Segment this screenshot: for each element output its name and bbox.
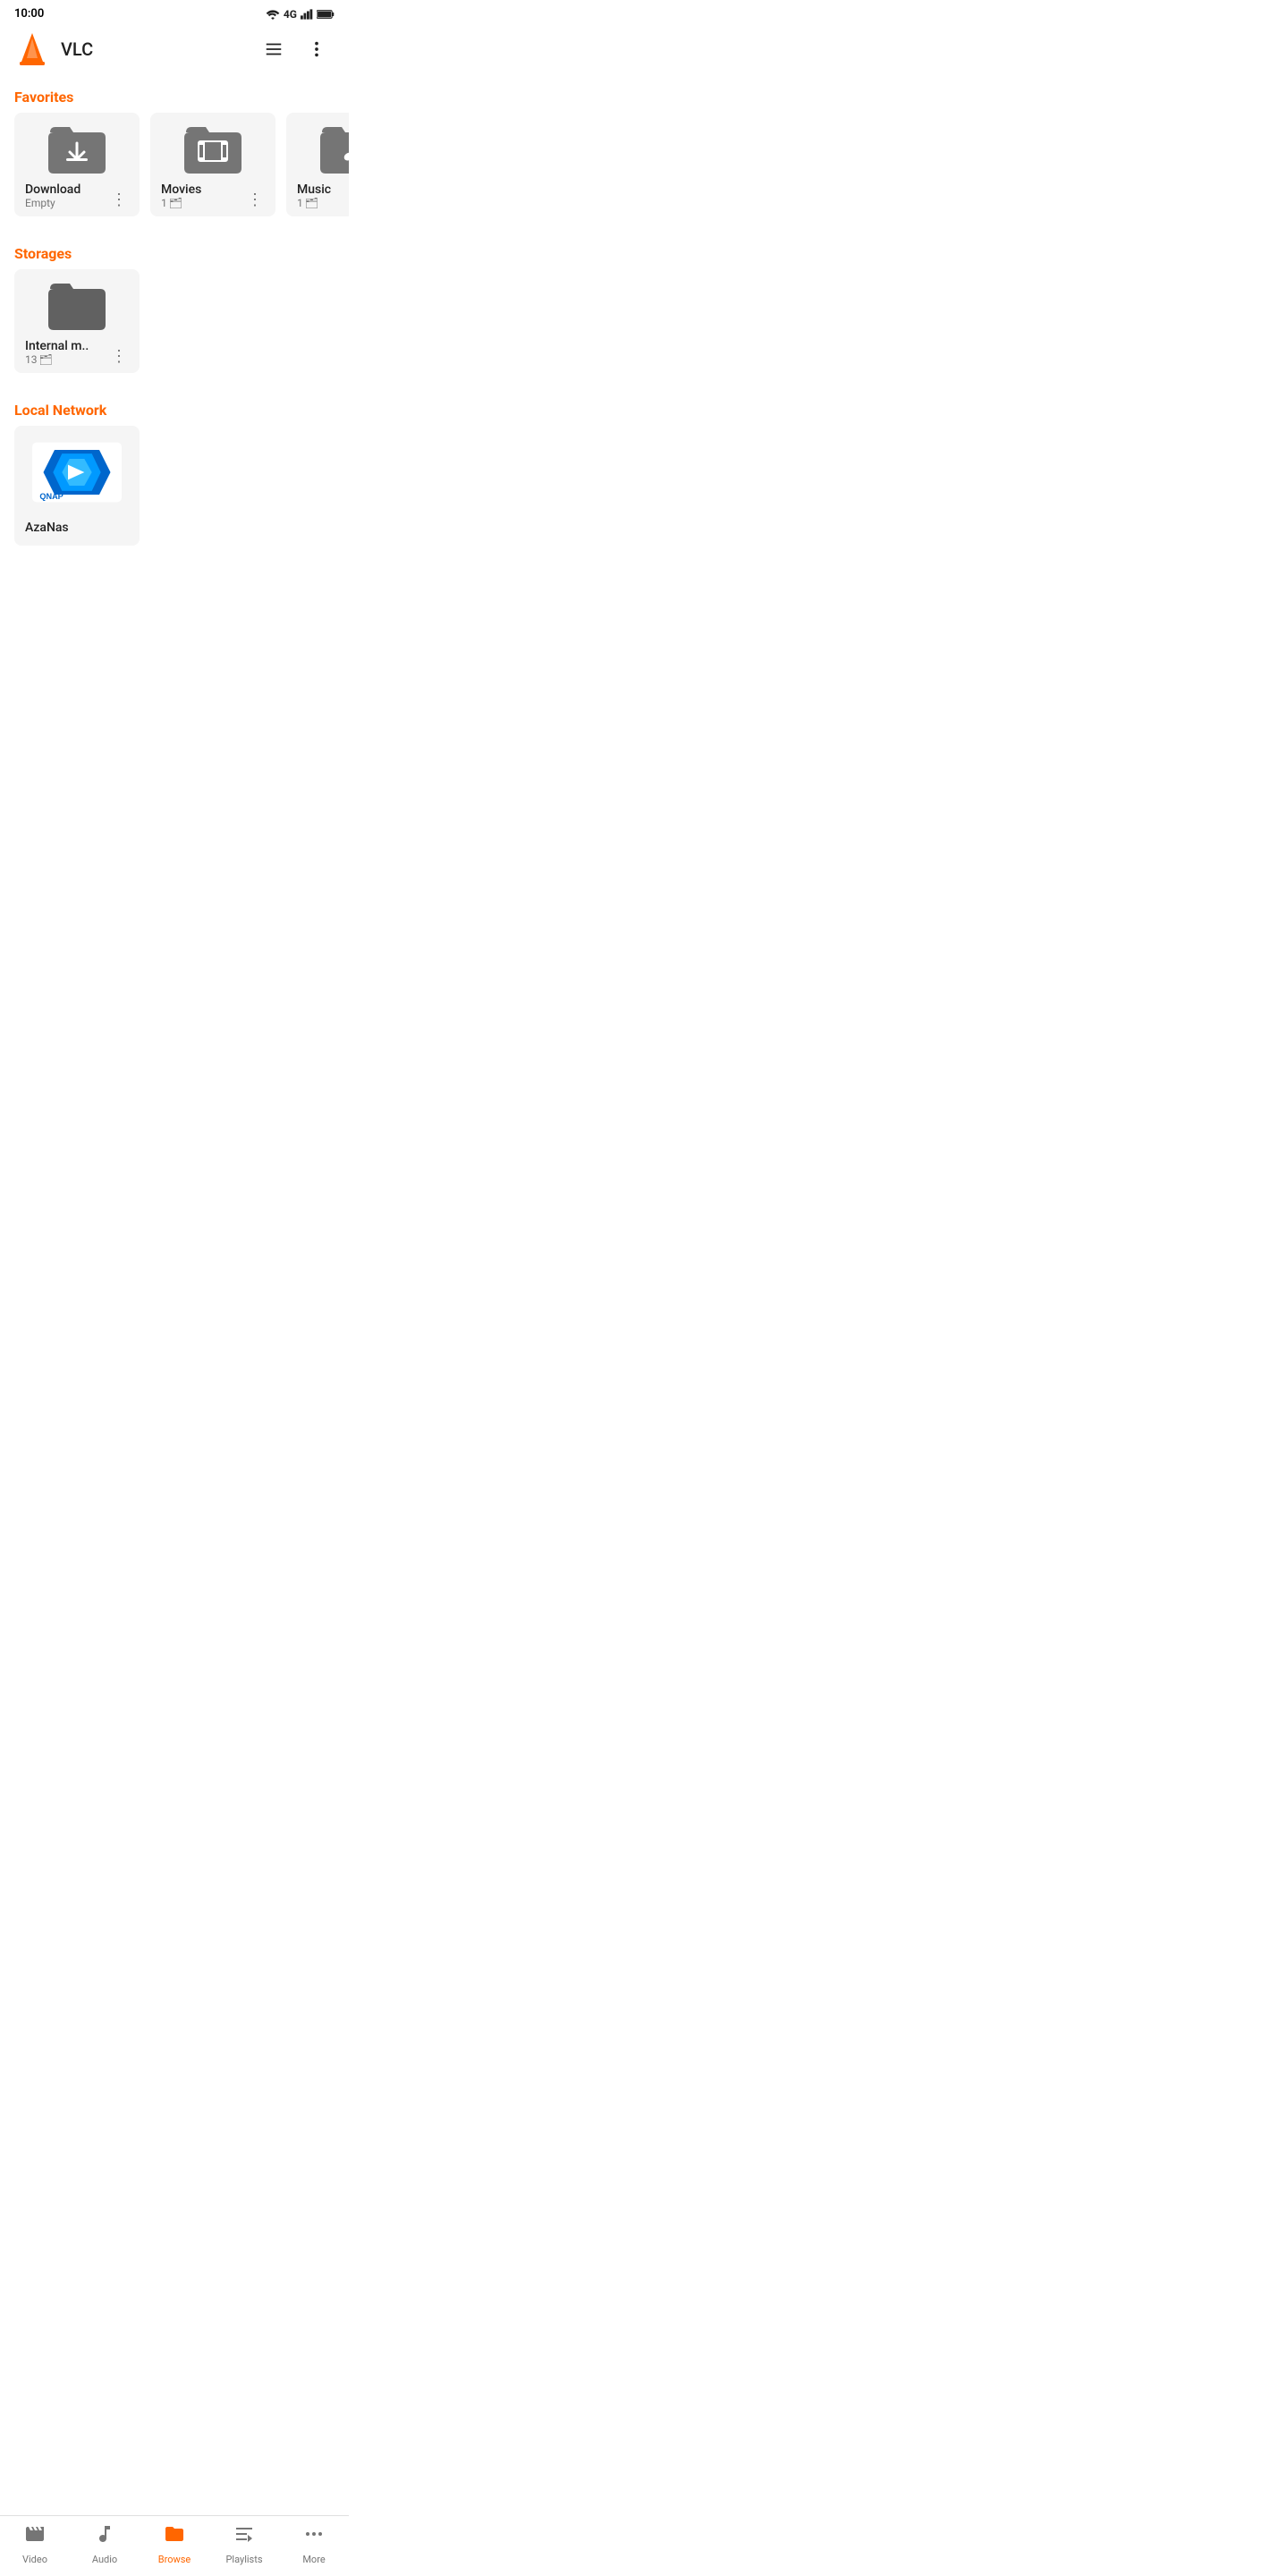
movies-card-menu-button[interactable]: ⋮ [245,190,265,209]
video-nav-label: Video [22,2554,47,2565]
overflow-menu-button[interactable] [299,31,335,67]
movies-card-meta: 1 🗂 [161,197,201,209]
download-card-info: Download Empty [25,182,80,209]
movies-card[interactable]: Movies 1 🗂 ⋮ [150,113,275,216]
movies-card-bottom: Movies 1 🗂 ⋮ [161,182,265,209]
download-card-menu-button[interactable]: ⋮ [109,190,129,209]
app-title: VLC [61,38,245,60]
music-card-bottom: Music 1 🗂 ⋮ [297,182,349,209]
nav-video[interactable]: Video [8,2523,62,2565]
more-vertical-icon [307,39,326,59]
download-card-name: Download [25,182,80,197]
download-folder-icon [48,123,106,174]
azanas-card[interactable]: QNAP AzaNas [14,426,140,546]
browse-nav-icon [164,2523,185,2550]
internal-card-name: Internal m.. [25,339,89,353]
favorites-section: Favorites Download Empty [0,74,349,231]
download-card[interactable]: Download Empty ⋮ [14,113,140,216]
more-nav-icon [303,2523,325,2550]
playlists-nav-icon [233,2523,255,2550]
local-network-section: Local Network QNAP [0,387,349,560]
internal-card-meta: 13 🗂 [25,353,89,366]
nav-audio[interactable]: Audio [78,2523,131,2565]
app-bar-actions [256,31,335,67]
signal-icon [301,9,313,20]
4g-label: 4G [284,8,297,21]
movies-card-name: Movies [161,182,201,197]
storages-section: Storages Internal m.. 13 🗂 [0,231,349,387]
download-icon-wrap [25,123,129,174]
azanas-logo-icon: QNAP [32,441,122,504]
bottom-navigation: Video Audio Browse Playlists [0,2515,349,2576]
main-content: Favorites Download Empty [0,74,349,631]
azanas-icon-wrap: QNAP [25,436,129,508]
wifi-icon [266,9,280,20]
azanas-card-name: AzaNas [25,517,129,538]
internal-card-bottom: Internal m.. 13 🗂 ⋮ [25,339,129,366]
app-bar: VLC [0,24,349,74]
music-card[interactable]: Music 1 🗂 ⋮ [286,113,349,216]
storages-title: Storages [0,231,349,269]
internal-card-menu-button[interactable]: ⋮ [109,346,129,366]
movies-card-info: Movies 1 🗂 [161,182,201,209]
svg-text:QNAP: QNAP [39,492,63,501]
internal-icon-wrap [25,280,129,330]
movies-folder-icon [184,123,242,174]
download-card-meta: Empty [25,197,80,209]
download-card-bottom: Download Empty ⋮ [25,182,129,209]
battery-icon [317,9,335,20]
nav-playlists[interactable]: Playlists [217,2523,271,2565]
storages-card-row: Internal m.. 13 🗂 ⋮ [0,269,349,387]
music-card-name: Music [297,182,331,197]
video-nav-icon [24,2523,46,2550]
music-card-info: Music 1 🗂 [297,182,331,209]
internal-storage-card[interactable]: Internal m.. 13 🗂 ⋮ [14,269,140,373]
local-network-title: Local Network [0,387,349,426]
list-view-button[interactable] [256,31,292,67]
more-nav-label: More [302,2554,325,2565]
internal-folder-icon [48,280,106,330]
audio-nav-icon [94,2523,115,2550]
internal-card-info: Internal m.. 13 🗂 [25,339,89,366]
status-bar: 10:00 4G [0,0,349,24]
local-network-card-row: QNAP AzaNas [0,426,349,560]
favorites-card-row: Download Empty ⋮ [0,113,349,231]
music-icon-wrap [297,123,349,174]
app-logo [14,31,50,67]
status-icons: 4G [266,8,335,21]
status-time: 10:00 [14,7,44,21]
nav-more[interactable]: More [287,2523,341,2565]
browse-nav-label: Browse [158,2554,191,2565]
nav-browse[interactable]: Browse [148,2523,201,2565]
music-card-meta: 1 🗂 [297,197,331,209]
music-folder-icon [320,123,349,174]
playlists-nav-label: Playlists [225,2554,262,2565]
favorites-title: Favorites [0,74,349,113]
list-icon [264,39,284,59]
audio-nav-label: Audio [92,2554,117,2565]
movies-icon-wrap [161,123,265,174]
